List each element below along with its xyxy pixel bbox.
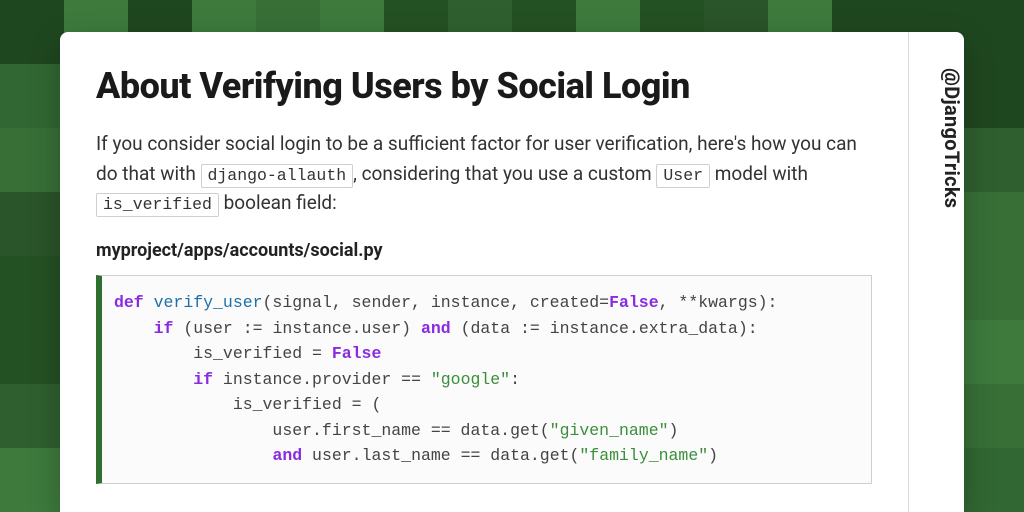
bg-cell: [960, 192, 1024, 256]
code-line: and user.last_name == data.get("family_n…: [114, 443, 855, 469]
inline-code-user: User: [656, 164, 710, 188]
bg-cell: [0, 192, 64, 256]
code-block: def verify_user(signal, sender, instance…: [96, 275, 872, 484]
bg-cell: [0, 64, 64, 128]
card-sidebar: @DjangoTricks: [908, 32, 964, 512]
bg-cell: [0, 128, 64, 192]
lead-text-3: model with: [710, 162, 808, 185]
card-main: About Verifying Users by Social Login If…: [60, 32, 908, 512]
bg-cell: [960, 256, 1024, 320]
content-card: About Verifying Users by Social Login If…: [60, 32, 964, 512]
bg-cell: [0, 448, 64, 512]
lead-text-4: boolean field:: [219, 191, 337, 214]
bg-cell: [960, 128, 1024, 192]
file-path-label: myproject/apps/accounts/social.py: [96, 240, 872, 261]
bg-cell: [0, 0, 64, 64]
lead-paragraph: If you consider social login to be a suf…: [96, 129, 872, 218]
lead-text-2: , considering that you use a custom: [353, 162, 656, 185]
bg-cell: [960, 448, 1024, 512]
code-line: def verify_user(signal, sender, instance…: [114, 290, 855, 316]
bg-cell: [960, 64, 1024, 128]
page-title: About Verifying Users by Social Login: [96, 66, 872, 107]
bg-cell: [0, 320, 64, 384]
bg-cell: [960, 0, 1024, 64]
inline-code-isverified: is_verified: [96, 193, 219, 217]
inline-code-allauth: django-allauth: [201, 164, 354, 188]
bg-cell: [960, 320, 1024, 384]
author-handle: @DjangoTricks: [909, 68, 964, 208]
bg-cell: [0, 384, 64, 448]
bg-cell: [960, 384, 1024, 448]
code-line: is_verified = False: [114, 341, 855, 367]
code-line: if (user := instance.user) and (data := …: [114, 316, 855, 342]
code-line: user.first_name == data.get("given_name"…: [114, 418, 855, 444]
bg-cell: [0, 256, 64, 320]
code-line: if instance.provider == "google":: [114, 367, 855, 393]
code-line: is_verified = (: [114, 392, 855, 418]
